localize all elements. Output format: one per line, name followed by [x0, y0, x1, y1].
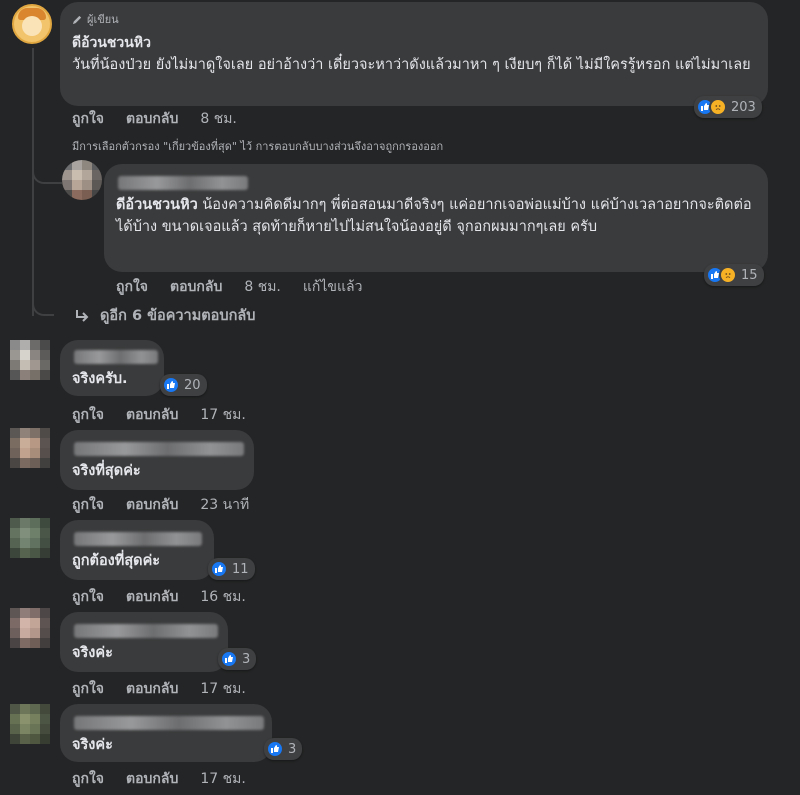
like-button[interactable]: ถูกใจ: [72, 678, 104, 700]
commenter-name[interactable]: ดีอ้วนชวนหิว: [72, 32, 756, 54]
reply-avatar[interactable]: [62, 160, 102, 200]
comment-text: ถูกต้องที่สุดค่ะ: [72, 553, 161, 569]
reaction-count-value: 203: [731, 99, 756, 115]
timestamp[interactable]: 16 ชม.: [200, 586, 245, 608]
commenter-avatar[interactable]: [10, 428, 50, 468]
like-button[interactable]: ถูกใจ: [116, 276, 148, 298]
reaction-count[interactable]: 15: [704, 264, 764, 286]
reply-button[interactable]: ตอบกลับ: [126, 404, 178, 426]
like-reaction-icon: [266, 740, 284, 758]
blurred-name: [74, 532, 202, 546]
blurred-name: [74, 716, 264, 730]
reaction-count[interactable]: 3: [264, 738, 303, 760]
comment-actions: ถูกใจ ตอบกลับ 17 ชม.: [72, 404, 246, 426]
reply-bubble: ดีอ้วนชวนหิว น้องความคิดดีมากๆ พี่ต่อสอน…: [104, 164, 768, 272]
reaction-count[interactable]: 11: [208, 558, 255, 580]
reply-button[interactable]: ตอบกลับ: [170, 276, 222, 298]
comment-actions: ถูกใจ ตอบกลับ 17 ชม.: [72, 768, 246, 790]
commenter-avatar[interactable]: [10, 608, 50, 648]
reaction-count[interactable]: 3: [218, 648, 257, 670]
edited-label[interactable]: แก้ไขแล้ว: [303, 276, 363, 298]
like-button[interactable]: ถูกใจ: [72, 768, 104, 790]
view-more-replies-label: ดูอีก 6 ข้อความตอบกลับ: [100, 308, 256, 324]
author-badge: ผู้เขียน: [87, 13, 119, 26]
reaction-count-value: 11: [232, 561, 249, 577]
blurred-name: [74, 624, 218, 638]
reaction-count[interactable]: 203: [694, 96, 762, 118]
more-replies-connector: [32, 296, 54, 316]
blurred-name: [118, 176, 248, 190]
like-reaction-icon: [220, 650, 238, 668]
comment-bubble: จริงค่ะ: [60, 612, 228, 672]
comment-bubble: ถูกต้องที่สุดค่ะ: [60, 520, 214, 580]
comment-bubble: จริงค่ะ: [60, 704, 272, 762]
reply-button[interactable]: ตอบกลับ: [126, 586, 178, 608]
reply-button[interactable]: ตอบกลับ: [126, 108, 178, 130]
sad-reaction-icon: [719, 266, 737, 284]
comment-actions: ถูกใจ ตอบกลับ 16 ชม.: [72, 586, 246, 608]
commenter-avatar[interactable]: [10, 518, 50, 558]
timestamp[interactable]: 17 ชม.: [200, 678, 245, 700]
author-avatar[interactable]: [12, 4, 52, 44]
reply-text: น้องความคิดดีมากๆ พี่ต่อสอนมาดีจริงๆ แค่…: [116, 197, 752, 235]
timestamp[interactable]: 8 ชม.: [244, 276, 281, 298]
comment-bubble: จริงครับ.: [60, 340, 164, 396]
like-button[interactable]: ถูกใจ: [72, 586, 104, 608]
top-comment-bubble: ผู้เขียน ดีอ้วนชวนหิว วันที่น้องป่วย ยัง…: [60, 2, 768, 106]
pencil-icon: [72, 15, 82, 24]
timestamp[interactable]: 17 ชม.: [200, 404, 245, 426]
comment-text: วันที่น้องป่วย ยังไม่มาดูใจเลย อย่าอ้างว…: [72, 57, 751, 73]
commenter-avatar[interactable]: [10, 340, 50, 380]
reaction-count-value: 15: [741, 267, 758, 283]
reply-button[interactable]: ตอบกลับ: [126, 768, 178, 790]
blurred-name: [74, 350, 158, 364]
like-button[interactable]: ถูกใจ: [72, 108, 104, 130]
commenter-avatar[interactable]: [10, 704, 50, 744]
thread-line: [32, 48, 34, 316]
sad-reaction-icon: [709, 98, 727, 116]
like-reaction-icon: [162, 376, 180, 394]
comment-actions: ถูกใจ ตอบกลับ 17 ชม.: [72, 678, 246, 700]
view-more-replies-link[interactable]: ดูอีก 6 ข้อความตอบกลับ: [74, 304, 255, 327]
reply-actions: ถูกใจ ตอบกลับ 8 ชม. แก้ไขแล้ว: [116, 276, 362, 298]
mention-link[interactable]: ดีอ้วนชวนหิว: [116, 197, 198, 213]
like-reaction-icon: [210, 560, 228, 578]
comment-text: จริงค่ะ: [72, 737, 113, 753]
timestamp[interactable]: 23 นาที: [200, 494, 249, 516]
comment-actions: ถูกใจ ตอบกลับ 23 นาที: [72, 494, 249, 516]
reaction-count[interactable]: 20: [160, 374, 207, 396]
timestamp[interactable]: 17 ชม.: [200, 768, 245, 790]
reply-button[interactable]: ตอบกลับ: [126, 494, 178, 516]
reply-button[interactable]: ตอบกลับ: [126, 678, 178, 700]
comment-text: จริงที่สุดค่ะ: [72, 463, 141, 479]
reply-arrow-icon: [76, 309, 89, 322]
comment-text: จริงครับ.: [72, 371, 128, 387]
timestamp[interactable]: 8 ชม.: [200, 108, 237, 130]
reaction-count-value: 3: [288, 741, 297, 757]
filter-note: มีการเลือกตัวกรอง "เกี่ยวข้องที่สุด" ไว้…: [72, 140, 444, 153]
like-button[interactable]: ถูกใจ: [72, 494, 104, 516]
comment-bubble: จริงที่สุดค่ะ: [60, 430, 254, 490]
like-button[interactable]: ถูกใจ: [72, 404, 104, 426]
reaction-count-value: 3: [242, 651, 251, 667]
blurred-name: [74, 442, 244, 456]
reaction-count-value: 20: [184, 377, 201, 393]
comment-text: จริงค่ะ: [72, 645, 113, 661]
reply-connector: [32, 162, 62, 184]
top-comment-actions: ถูกใจ ตอบกลับ 8 ชม.: [72, 108, 237, 130]
